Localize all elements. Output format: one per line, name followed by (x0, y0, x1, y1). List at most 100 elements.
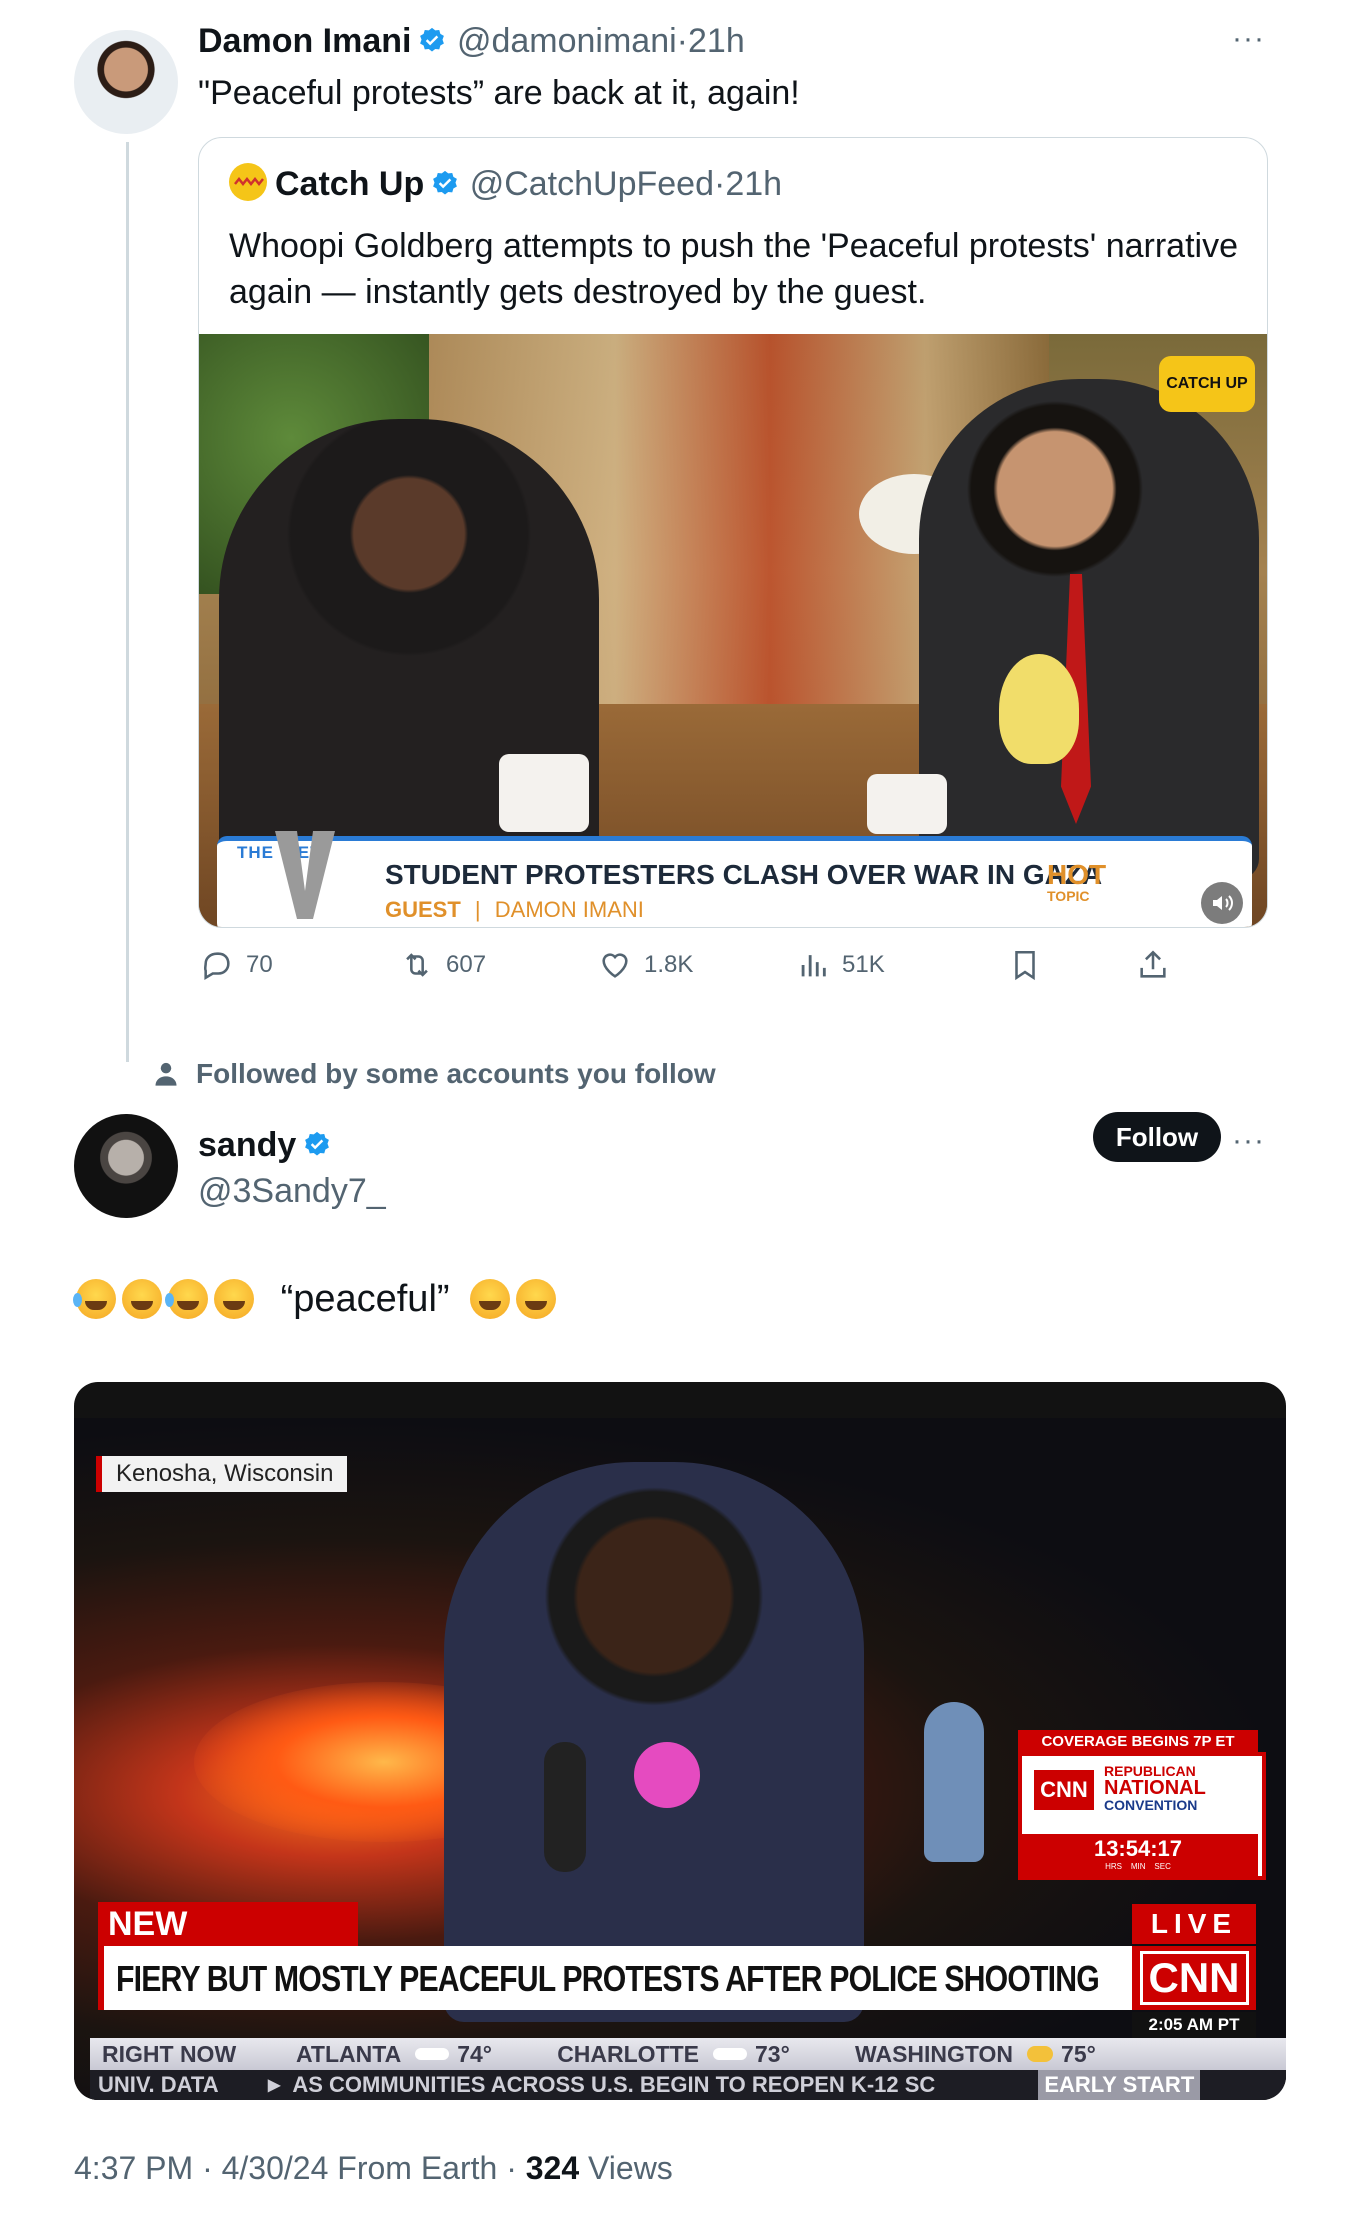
author-name[interactable]: Damon Imani (198, 22, 411, 60)
weather-strip: RIGHT NOW ATLANTA 74° CHARLOTTE 73° WASH… (90, 2038, 1286, 2070)
weather-city-1: ATLANTA (296, 2040, 402, 2067)
rolling-laughing-emoji-icon (122, 1279, 162, 1319)
partly-sunny-icon (1027, 2046, 1054, 2062)
the-view-logo: THE VIEW (237, 831, 367, 921)
author-handle[interactable]: @3Sandy7_ (198, 1172, 386, 1211)
respirator-mask (634, 1742, 700, 1808)
tweet-timestamp: 4:37 PM · 4/30/24 From Earth · 324 Views (74, 2150, 673, 2187)
catchup-watermark: CATCH UP (1159, 356, 1255, 412)
author-name[interactable]: sandy (198, 1126, 296, 1164)
damon-avatar[interactable] (74, 30, 178, 134)
cloud-icon (713, 2048, 748, 2060)
chyron-headline: FIERY BUT MOSTLY PEACEFUL PROTESTS AFTER… (116, 1958, 1100, 1999)
heart-icon (602, 953, 628, 978)
ticker-text: AS COMMUNITIES ACROSS U.S. BEGIN TO REOP… (292, 2072, 936, 2097)
rnc-box: COVERAGE BEGINS 7P ET CNN REPUBLICAN NAT… (1018, 1730, 1266, 1880)
grinning-sweat-emoji-icon (470, 1279, 511, 1319)
bookmark-icon (1015, 950, 1035, 981)
quote-handle: @CatchUpFeed (469, 165, 714, 203)
social-context: Followed by some accounts you follow (152, 1058, 716, 1090)
catchup-logo-text: CATCH UP (1166, 375, 1248, 392)
retweet-count: 607 (446, 951, 487, 978)
coverage-text: COVERAGE BEGINS 7P ET (1018, 1730, 1258, 1753)
hot-label: HOT (1047, 859, 1107, 890)
reply-button[interactable]: 70 (200, 948, 273, 982)
laughing-crying-emoji-icon (165, 1279, 208, 1319)
author-handle[interactable]: @damonimani (457, 22, 677, 60)
reply-count: 70 (246, 951, 273, 978)
mute-icon[interactable] (1201, 882, 1243, 924)
quote-video[interactable]: CATCH UP THE VIEW STUDENT PROTESTERS CLA… (199, 334, 1267, 927)
new-overnight-label: NEW OVERNIGHT (98, 1902, 358, 1987)
topic-label: TOPIC (1047, 888, 1090, 904)
follow-button[interactable]: Follow (1093, 1112, 1221, 1162)
quote-time: 21h (725, 165, 783, 203)
weather-temp-3: 75° (1061, 2040, 1096, 2067)
timestamp-text[interactable]: 4:37 PM · 4/30/24 From Earth · (74, 2150, 526, 2186)
rnc-line-2: NATIONAL (1104, 1777, 1206, 1799)
retweet-icon (406, 953, 428, 977)
analytics-icon (801, 955, 826, 977)
like-count: 1.8K (644, 951, 694, 978)
weather-temp-2: 73° (755, 2040, 790, 2067)
broadcast-time: 2:05 AM PT (1132, 2012, 1256, 2038)
rolling-laughing-emoji-icon (214, 1279, 254, 1319)
chyron-headline-box: FIERY BUT MOSTLY PEACEFUL PROTESTS AFTER… (98, 1946, 1140, 2010)
reporter-figure (444, 1462, 864, 2022)
ticker-right: EARLY START (1038, 2070, 1201, 2100)
verified-badge-icon (305, 1131, 330, 1156)
quoted-tweet[interactable]: Catch Up @CatchUpFeed·21h Whoopi Goldber… (198, 137, 1268, 928)
hot-topic-badge: HOT TOPIC (1047, 859, 1107, 904)
cnn-logo: CNN (1132, 1946, 1256, 2010)
location-tag: Kenosha, Wisconsin (96, 1456, 348, 1492)
tweet-text: "Peaceful protests” are back at it, agai… (198, 74, 800, 112)
weather-temp-1: 74° (457, 2040, 492, 2067)
laughing-crying-emoji-icon (73, 1279, 116, 1319)
weather-city-3: WASHINGTON (855, 2040, 1014, 2067)
countdown-bar: 13:54:17 HRS MIN SEC (1018, 1834, 1258, 1876)
pedestrian (924, 1702, 984, 1862)
social-context-text: Followed by some accounts you follow (196, 1058, 716, 1089)
thread-line (126, 142, 129, 1062)
reply-icon (203, 952, 230, 981)
ticker-left: UNIV. DATA (98, 2072, 219, 2097)
guest-figure (919, 379, 1259, 879)
cnn-small-text: CNN (1040, 1777, 1088, 1802)
banana (999, 654, 1079, 764)
cloud-icon (415, 2048, 450, 2060)
verified-badge-icon (433, 170, 458, 195)
cnn-video[interactable]: Kenosha, Wisconsin COVERAGE BEGINS 7P ET… (74, 1382, 1286, 2100)
mug-right (867, 774, 947, 834)
like-button[interactable]: 1.8K (598, 948, 693, 982)
verified-badge-icon (420, 27, 445, 52)
more-options-icon[interactable]: ··· (1232, 22, 1265, 56)
tweet1-header: Damon Imani @damonimani·21h (198, 22, 745, 60)
rnc-line-3: CONVENTION (1104, 1797, 1198, 1813)
cnn-small-logo: CNN (1034, 1770, 1094, 1810)
view-count: 51K (842, 951, 885, 978)
tweet-time[interactable]: 21h (688, 22, 745, 60)
lower-third-headline: STUDENT PROTESTERS CLASH OVER WAR IN GAZ… (385, 859, 1103, 890)
quote-header: Catch Up @CatchUpFeed·21h (229, 163, 782, 204)
mug-left (499, 754, 589, 832)
live-label: LIVE (1132, 1904, 1256, 1944)
sandy-avatar[interactable] (74, 1114, 178, 1218)
tweet2-text: “peaceful” (280, 1278, 450, 1320)
quote-text: Whoopi Goldberg attempts to push the 'Pe… (229, 227, 1238, 311)
retweet-button[interactable]: 607 (400, 948, 486, 982)
more-options-icon[interactable]: ··· (1232, 1124, 1265, 1158)
countdown-units: HRS MIN SEC (1105, 1862, 1171, 1871)
grinning-sweat-emoji-icon (516, 1279, 557, 1319)
share-button[interactable] (1136, 948, 1170, 982)
guest-label: GUEST (385, 897, 461, 922)
lower-third: THE VIEW STUDENT PROTESTERS CLASH OVER W… (217, 831, 1252, 927)
quote-author-name: Catch Up (275, 165, 425, 203)
play-triangle-icon: ▶ (268, 2077, 281, 2094)
tweet2-text-line: “peaceful” (73, 1278, 562, 1321)
weather-city-2: CHARLOTTE (557, 2040, 700, 2067)
views-count: 324 (525, 2150, 580, 2186)
right-now-label: RIGHT NOW (102, 2040, 237, 2067)
bookmark-button[interactable] (1008, 948, 1042, 982)
views-button[interactable]: 51K (796, 948, 885, 982)
views-label: Views (579, 2150, 673, 2186)
